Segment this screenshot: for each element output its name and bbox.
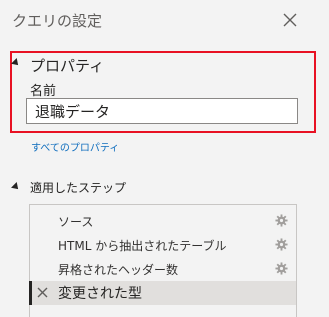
gear-icon[interactable] — [275, 262, 288, 275]
applied-steps-list: ソース HTML から抽出されたテーブル 昇格されたヘッダー数 変更された型 — [29, 204, 297, 317]
gear-icon[interactable] — [275, 238, 288, 251]
delete-icon[interactable] — [37, 287, 48, 298]
all-properties-link[interactable]: すべてのプロパティ — [31, 139, 119, 154]
selection-indicator — [29, 281, 32, 305]
step-item[interactable]: HTML から抽出されたテーブル — [30, 233, 296, 257]
collapse-triangle-icon[interactable] — [11, 182, 21, 192]
close-icon[interactable] — [281, 11, 299, 29]
step-item-selected[interactable]: 変更された型 — [29, 281, 296, 305]
step-label: 昇格されたヘッダー数 — [58, 263, 179, 277]
step-label: HTML から抽出されたテーブル — [58, 239, 227, 253]
step-item[interactable]: ソース — [30, 209, 296, 233]
step-label: ソース — [58, 215, 94, 229]
query-name-input[interactable] — [26, 98, 298, 124]
step-label: 変更された型 — [58, 286, 142, 302]
panel-title: クエリの設定 — [12, 12, 103, 30]
applied-steps-header[interactable]: 適用したステップ — [30, 179, 126, 196]
step-item[interactable]: 昇格されたヘッダー数 — [30, 257, 296, 281]
gear-icon[interactable] — [275, 214, 288, 227]
properties-header[interactable]: プロパティ — [30, 55, 104, 76]
name-label: 名前 — [30, 84, 57, 99]
